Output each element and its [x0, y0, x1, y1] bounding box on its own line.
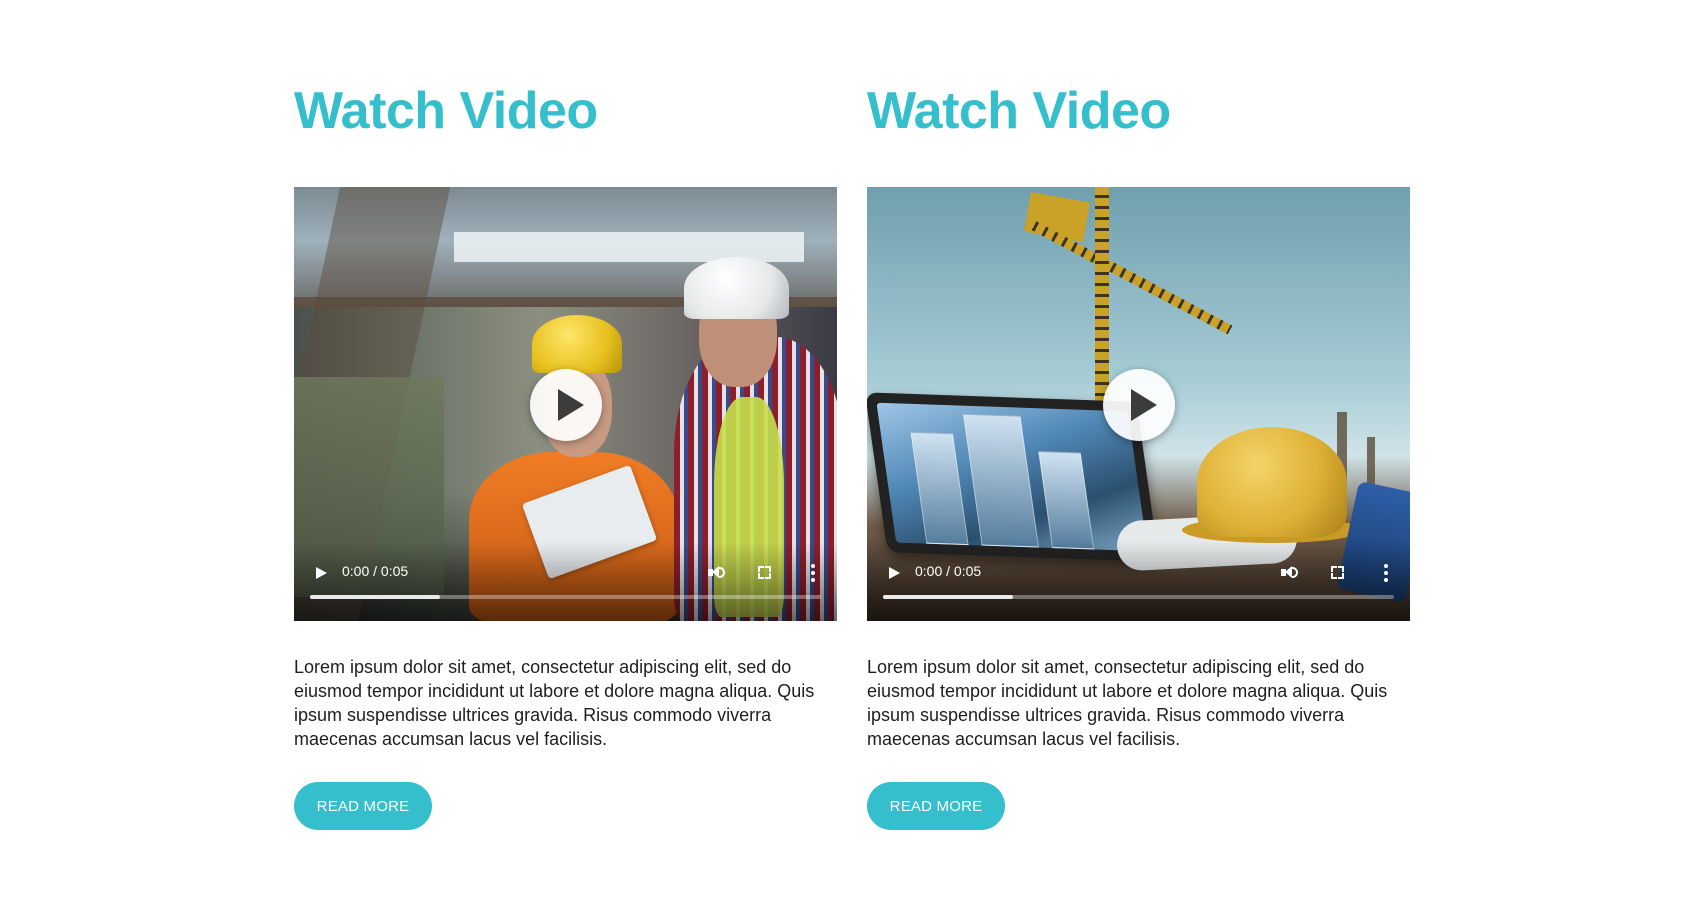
progress-fill [883, 595, 1014, 599]
read-more-button[interactable]: READ MORE [867, 782, 1005, 830]
volume-icon[interactable] [708, 564, 726, 582]
card-title: Watch Video [867, 82, 1171, 140]
play-icon[interactable] [887, 566, 901, 580]
fullscreen-icon[interactable] [1331, 566, 1344, 579]
volume-icon[interactable] [1281, 564, 1299, 582]
fullscreen-icon[interactable] [758, 566, 771, 579]
skyscraper [963, 413, 1039, 548]
more-options-icon[interactable] [810, 564, 816, 582]
white-helmet [684, 257, 789, 319]
page: Watch Video 0:00 / 0:05 Lorem ipsum dolo… [0, 0, 1694, 906]
video-progress-bar[interactable] [310, 595, 821, 599]
tablet-screen [876, 402, 1148, 552]
read-more-button[interactable]: READ MORE [294, 782, 432, 830]
video-time: 0:00 / 0:05 [342, 563, 409, 579]
yellow-helmet [532, 315, 622, 373]
video-controls: 0:00 / 0:05 [294, 541, 837, 621]
card-title: Watch Video [294, 82, 598, 140]
play-button-overlay[interactable] [530, 369, 602, 441]
skyscraper [1038, 451, 1095, 550]
video-time: 0:00 / 0:05 [915, 563, 982, 579]
progress-fill [310, 595, 441, 599]
card-description: Lorem ipsum dolor sit amet, consectetur … [294, 657, 815, 749]
play-button-overlay[interactable] [1103, 369, 1175, 441]
video-player[interactable]: 0:00 / 0:05 [294, 187, 837, 621]
card-description: Lorem ipsum dolor sit amet, consectetur … [867, 657, 1388, 749]
yellow-hard-hat [1197, 427, 1347, 537]
video-player[interactable]: 0:00 / 0:05 [867, 187, 1410, 621]
play-icon[interactable] [314, 566, 328, 580]
video-progress-bar[interactable] [883, 595, 1394, 599]
skyscraper [910, 431, 969, 546]
more-options-icon[interactable] [1383, 564, 1389, 582]
crane-jib [1024, 217, 1233, 335]
video-controls: 0:00 / 0:05 [867, 541, 1410, 621]
